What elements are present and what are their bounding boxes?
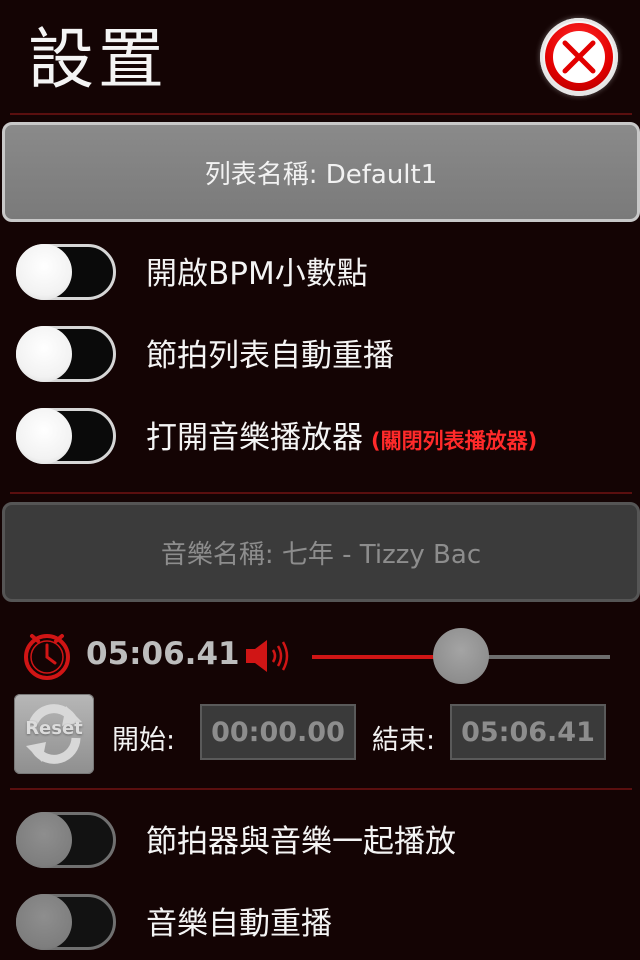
divider — [10, 492, 632, 494]
toggle-sublabel: (關閉列表播放器) — [371, 429, 538, 453]
reset-label: Reset — [25, 718, 83, 739]
toggle-music-autoreplay[interactable] — [16, 894, 116, 950]
toggle-knob — [16, 408, 72, 464]
end-label: 結束: — [372, 725, 436, 756]
divider — [10, 113, 632, 115]
toggle-music-player[interactable] — [16, 408, 116, 464]
toggle-knob — [16, 894, 72, 950]
divider — [10, 788, 632, 790]
toggle-label-metronome-with-music: 節拍器與音樂一起播放 — [146, 824, 456, 860]
end-time-field[interactable]: 05:06.41 — [450, 704, 606, 760]
toggle-list-autoreplay[interactable] — [16, 326, 116, 382]
current-time: 05:06.41 — [86, 636, 240, 672]
toggle-label-list-autoreplay: 節拍列表自動重播 — [146, 338, 394, 374]
toggle-label-music-player: 打開音樂播放器 (關閉列表播放器) — [146, 420, 538, 456]
close-button[interactable] — [540, 18, 618, 96]
toggle-label-bpm-decimal: 開啟BPM小數點 — [146, 256, 368, 292]
music-name-button[interactable]: 音樂名稱: 七年 - Tizzy Bac — [2, 502, 640, 602]
toggle-bpm-decimal[interactable] — [16, 244, 116, 300]
start-label: 開始: — [112, 725, 176, 756]
toggle-knob — [16, 244, 72, 300]
volume-slider[interactable] — [312, 628, 610, 684]
close-icon — [562, 40, 596, 74]
toggle-metronome-with-music[interactable] — [16, 812, 116, 868]
page-title: 設置 — [28, 21, 168, 98]
list-name-button[interactable]: 列表名稱: Default1 — [2, 122, 640, 222]
speaker-icon[interactable] — [244, 638, 296, 674]
toggle-knob — [16, 812, 72, 868]
toggle-label-music-autoreplay: 音樂自動重播 — [146, 906, 332, 942]
reset-button[interactable]: Reset — [14, 694, 94, 774]
start-time-field[interactable]: 00:00.00 — [200, 704, 356, 760]
toggle-knob — [16, 326, 72, 382]
volume-slider-thumb[interactable] — [433, 628, 489, 684]
clock-icon — [24, 634, 70, 680]
